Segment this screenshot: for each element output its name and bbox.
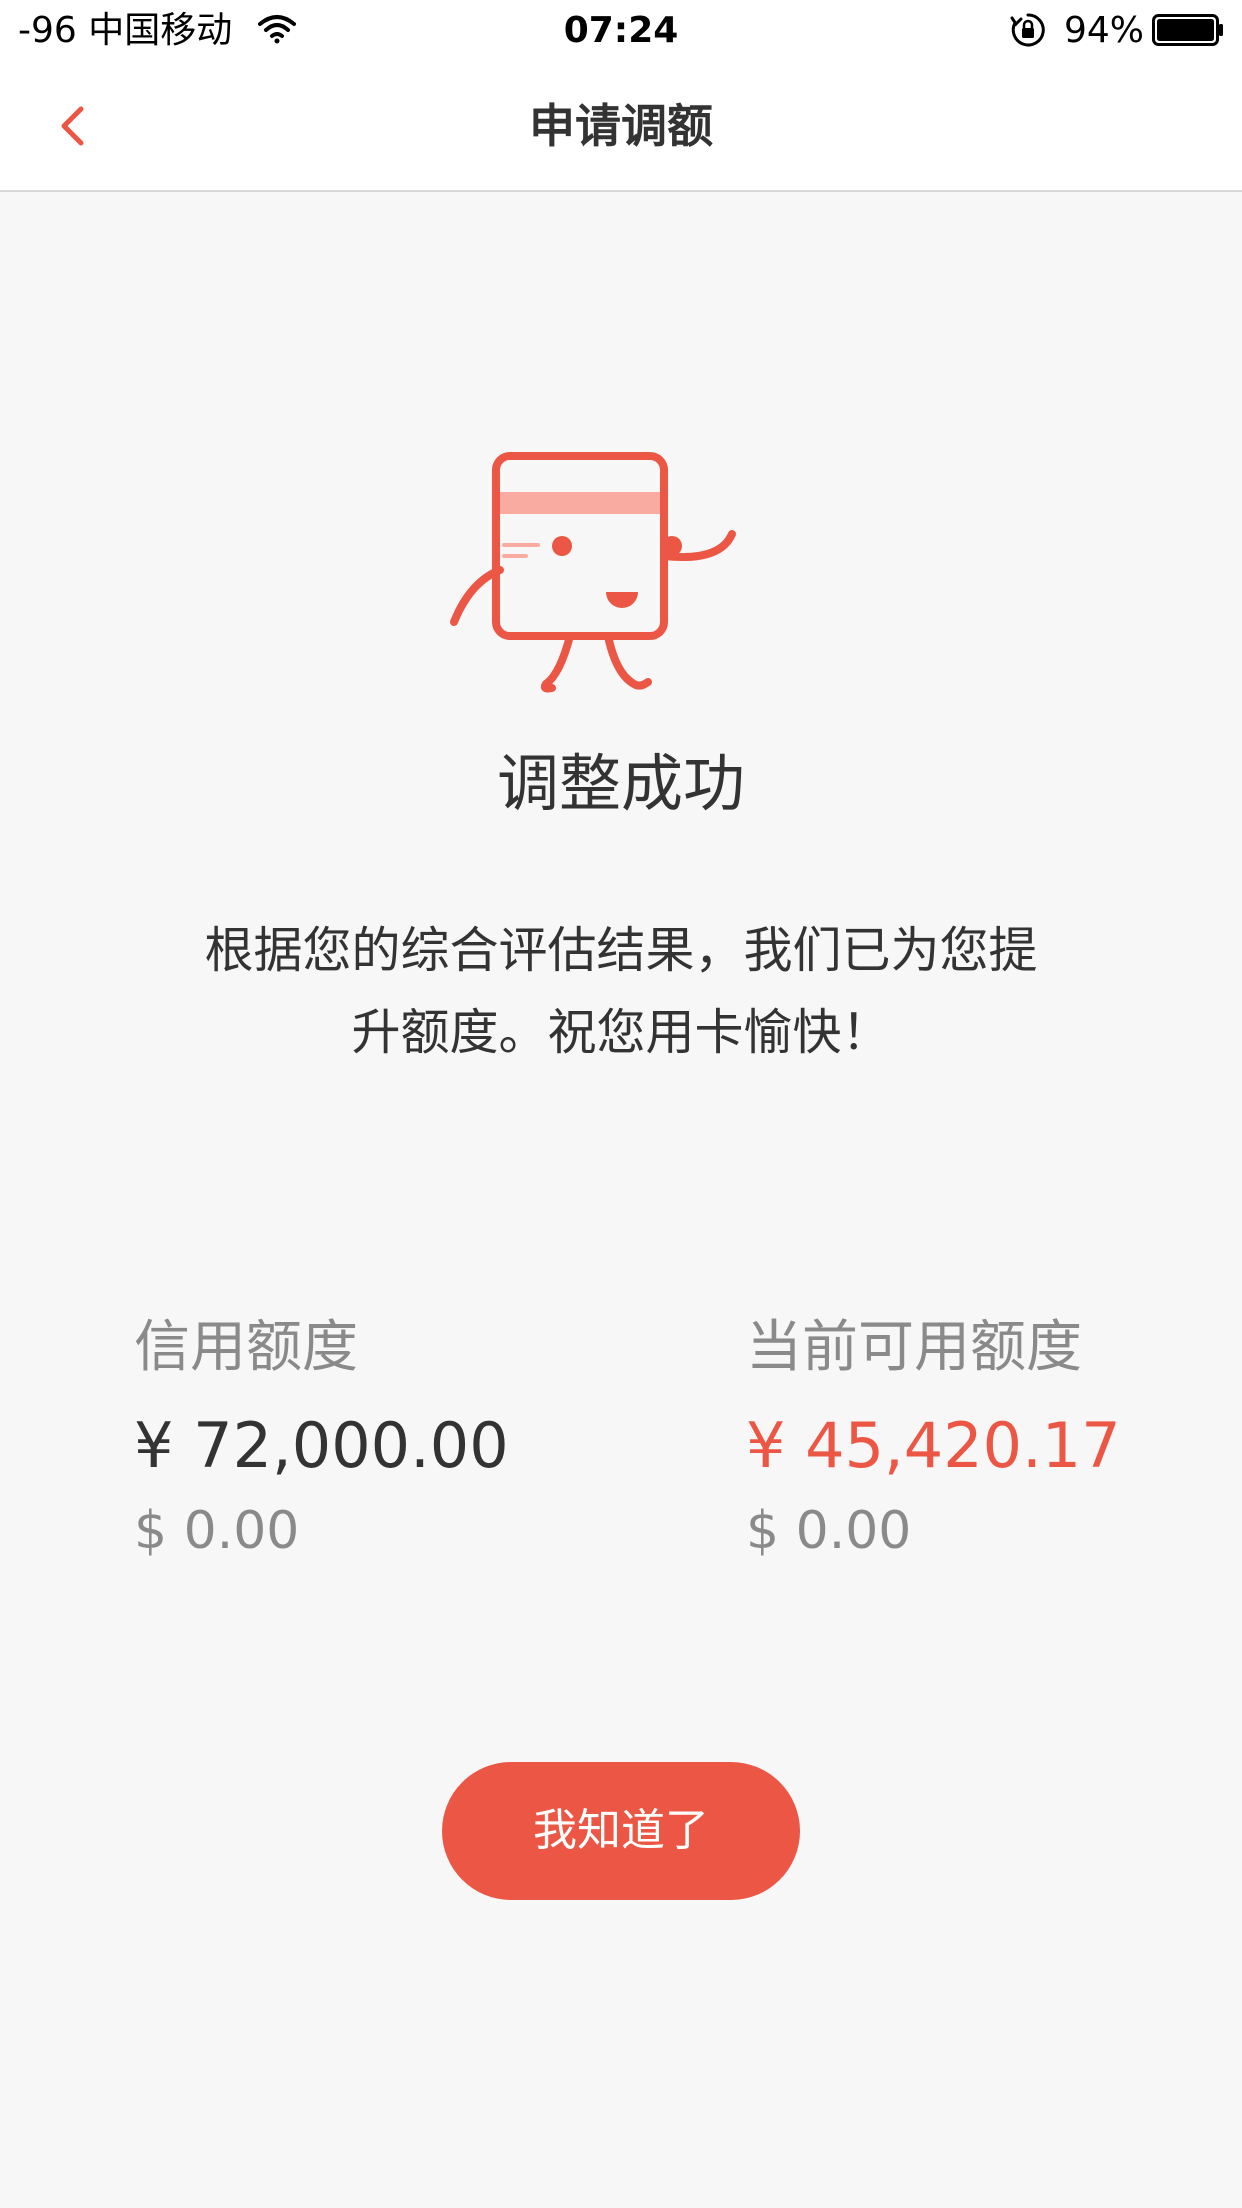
success-message-line-1: 根据您的综合评估结果，我们已为您提 [204, 922, 1038, 979]
battery-icon [1152, 14, 1223, 46]
success-message-line-2: 升额度。祝您用卡愉快！ [351, 1004, 891, 1061]
nav-bar: 申请调额 [0, 62, 1242, 192]
available-limit-label: 当前可用额度 [746, 1315, 1082, 1380]
credit-limit-label: 信用额度 [134, 1315, 358, 1380]
credit-limit-usd: $ 0.00 [134, 1501, 300, 1561]
orientation-lock-icon [1010, 13, 1045, 47]
available-limit-section: 当前可用额度 ¥ 45,420.17 $ 0.00 [746, 1310, 1226, 1566]
available-limit-usd: $ 0.00 [746, 1501, 912, 1561]
credit-limit-section: 信用额度 ¥ 72,000.00 $ 0.00 [134, 1310, 654, 1566]
success-message: 根据您的综合评估结果，我们已为您提 升额度。祝您用卡愉快！ [150, 910, 1092, 1074]
credit-card-mascot-icon [450, 452, 736, 693]
status-bar: -96 中国移动 07:24 94% [0, 0, 1242, 62]
got-it-button[interactable]: 我知道了 [442, 1762, 800, 1900]
battery-percent: 94% [1064, 10, 1145, 51]
success-title: 调整成功 [496, 747, 745, 820]
page-title: 申请调额 [529, 99, 713, 153]
available-limit-cny: ¥ 45,420.17 [746, 1409, 1121, 1482]
status-time: 07:24 [563, 10, 679, 51]
credit-limit-cny: ¥ 72,000.00 [134, 1409, 509, 1482]
